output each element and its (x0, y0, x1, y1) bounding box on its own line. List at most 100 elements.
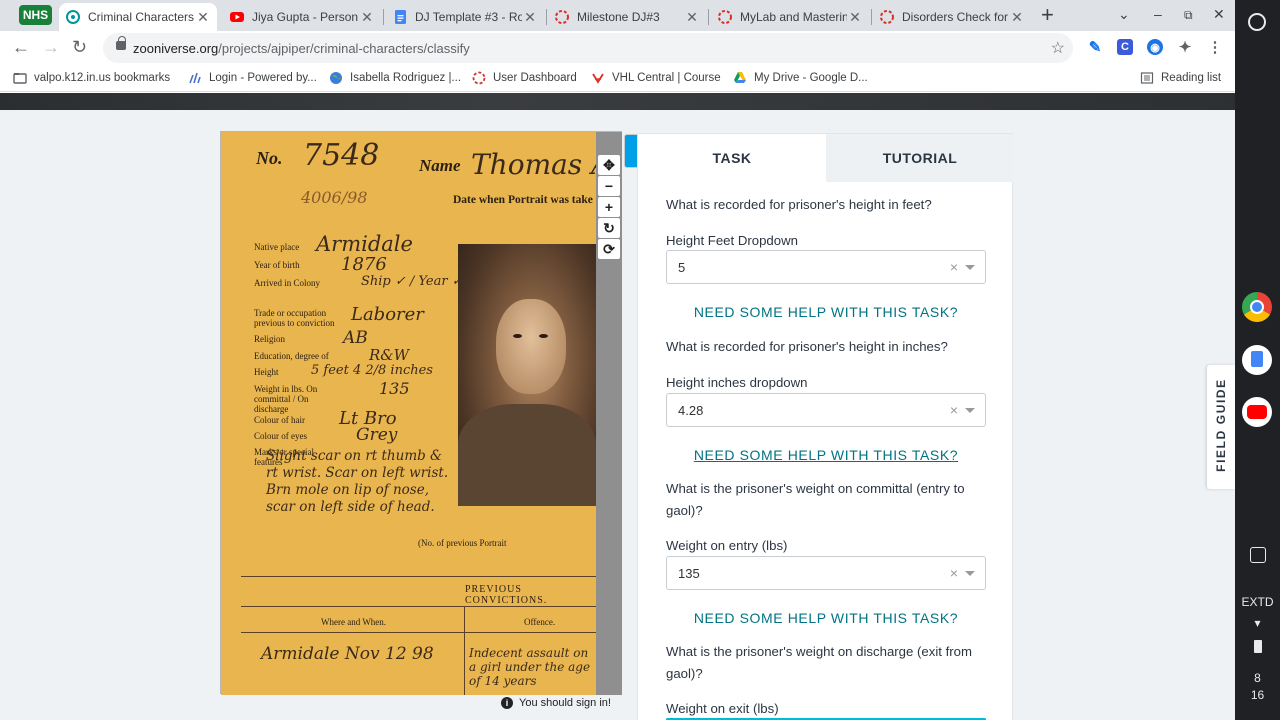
globe-icon (329, 71, 343, 85)
field-guide-tab[interactable]: FIELD GUIDE (1207, 365, 1235, 489)
reset-icon[interactable]: ⟳ (598, 239, 620, 259)
screen-capture-icon[interactable] (1250, 547, 1266, 563)
tab-task[interactable]: TASK (638, 134, 826, 182)
record-side-number: 4006/98 (301, 188, 368, 207)
hero-banner (0, 93, 1235, 110)
loading-icon (554, 9, 570, 25)
wifi-icon[interactable]: ▾ (1235, 616, 1280, 630)
clear-icon[interactable]: × (950, 259, 958, 275)
bookmark-star-icon[interactable]: ☆ (1051, 38, 1065, 58)
selected-value: 4.28 (678, 403, 704, 418)
help-link[interactable]: NEED SOME HELP WITH THIS TASK? (638, 610, 1014, 626)
height-feet-dropdown[interactable]: 5 × (666, 250, 986, 284)
rotate-icon[interactable]: ↻ (598, 218, 620, 238)
bookmark-user-dashboard[interactable]: User Dashboard (472, 71, 577, 85)
col-where-when: Where and When. (321, 617, 387, 627)
extension-pen-icon[interactable]: ✎ (1087, 39, 1103, 56)
task-tabs: TASK TUTORIAL (638, 134, 1014, 182)
help-link[interactable]: NEED SOME HELP WITH THIS TASK? (638, 447, 1014, 463)
field-arrived-label: Arrived in Colony (254, 278, 320, 288)
label-weight-entry: Weight on entry (lbs) (666, 538, 788, 553)
field-native-place-label: Native place (254, 242, 300, 252)
tab-label: Disorders Check for (902, 10, 1009, 24)
restore-icon[interactable]: ⧉ (1184, 8, 1193, 23)
field-arrived-value: Ship ✓ / Year ✓ (361, 274, 463, 289)
zoom-out-icon[interactable]: − (598, 176, 620, 196)
field-hair-label: Colour of hair (254, 415, 305, 425)
previous-convictions-heading: PREVIOUS CONVICTIONS. (465, 584, 548, 606)
tab-divider (383, 9, 384, 25)
extensions-puzzle-icon[interactable]: ✦ (1177, 39, 1193, 56)
portrait-face (496, 299, 566, 394)
field-eyes-label: Colour of eyes (254, 431, 307, 441)
bookmark-vhl[interactable]: VHL Central | Course (591, 71, 721, 85)
height-inches-dropdown[interactable]: 4.28 × (666, 393, 986, 427)
reload-icon[interactable]: ↻ (72, 37, 87, 58)
tab-dj-template[interactable]: DJ Template #3 - Ro ✕ (386, 3, 544, 31)
reading-list[interactable]: Reading list (1140, 71, 1221, 85)
tab-label: DJ Template #3 - Ro (415, 10, 522, 24)
close-icon[interactable]: ✕ (522, 9, 538, 26)
display-label[interactable]: EXTD (1235, 595, 1280, 609)
youtube-icon[interactable] (1242, 397, 1272, 427)
close-icon[interactable]: ✕ (684, 9, 700, 26)
forward-icon[interactable]: → (42, 37, 60, 58)
selected-value: 135 (678, 566, 700, 581)
pan-icon[interactable]: ✥ (598, 155, 620, 175)
field-marks-value: Slight scar on rt thumb & rt wrist. Scar… (266, 448, 449, 515)
field-trade-value: Laborer (351, 304, 424, 325)
youtube-icon (229, 9, 245, 25)
weight-entry-dropdown[interactable]: 135 × (666, 556, 986, 590)
extension-c-icon[interactable]: C (1117, 39, 1133, 55)
google-docs-icon[interactable] (1242, 345, 1272, 375)
chrome-icon[interactable] (1242, 292, 1272, 322)
clock-hour[interactable]: 8 (1235, 671, 1280, 685)
address-bar[interactable]: zooniverse.org/projects/ajpiper/criminal… (103, 33, 1073, 63)
tab-search-icon[interactable]: ⌄ (1118, 6, 1130, 23)
tab-disorders[interactable]: Disorders Check for ✕ (873, 3, 1031, 31)
bookmark-google-drive[interactable]: My Drive - Google D... (733, 71, 868, 85)
new-tab-button[interactable]: + (1041, 4, 1054, 26)
zooniverse-icon (65, 9, 81, 25)
close-icon[interactable]: ✕ (1009, 9, 1025, 26)
menu-kebab-icon[interactable]: ⋮ (1207, 39, 1223, 56)
clear-icon[interactable]: × (950, 402, 958, 418)
question-height-feet: What is recorded for prisoner's height i… (666, 197, 932, 212)
portrait-body (458, 404, 596, 506)
close-icon[interactable]: ✕ (847, 9, 863, 26)
field-weight-label: Weight in lbs. On committal / On dischar… (254, 384, 318, 414)
tab-mylab[interactable]: MyLab and Masterin ✕ (711, 3, 869, 31)
field-height-value: 5 feet 4 2/8 inches (311, 363, 433, 378)
close-icon[interactable]: ✕ (195, 9, 211, 26)
folder-icon (13, 71, 27, 85)
tab-nhs[interactable]: NHS (19, 5, 52, 25)
tab-criminal-characters[interactable]: Criminal Characters ✕ (59, 3, 217, 31)
card-rule (464, 606, 465, 695)
subject-viewer[interactable]: No. 7548 Name Thomas A 4006/98 Date when… (220, 131, 944, 695)
dropdown-arrow-icon[interactable] (965, 265, 975, 270)
page-content: No. 7548 Name Thomas A 4006/98 Date when… (0, 93, 1235, 720)
tab-jiya-gupta[interactable]: Jiya Gupta - Person ✕ (223, 3, 381, 31)
extension-shield-icon[interactable]: ◉ (1147, 39, 1163, 55)
minimize-icon[interactable]: – (1154, 6, 1162, 22)
tab-milestone[interactable]: Milestone DJ#3 ✕ (548, 3, 706, 31)
selected-value: 5 (678, 260, 686, 275)
launcher-icon[interactable] (1248, 13, 1266, 31)
tab-tutorial[interactable]: TUTORIAL (826, 134, 1014, 182)
help-link[interactable]: NEED SOME HELP WITH THIS TASK? (638, 304, 1014, 320)
back-icon[interactable]: ← (12, 37, 30, 58)
battery-icon[interactable] (1254, 640, 1262, 653)
record-card-image[interactable]: No. 7548 Name Thomas A 4006/98 Date when… (221, 132, 596, 695)
clear-icon[interactable]: × (950, 565, 958, 581)
bookmark-valpo[interactable]: valpo.k12.in.us bookmarks (13, 71, 170, 85)
dropdown-arrow-icon[interactable] (965, 571, 975, 576)
close-icon[interactable]: ✕ (359, 9, 375, 26)
bookmark-isabella[interactable]: Isabella Rodriguez |... (329, 71, 461, 85)
close-window-icon[interactable]: ✕ (1213, 6, 1225, 23)
clock-minute[interactable]: 16 (1235, 688, 1280, 702)
dropdown-arrow-icon[interactable] (965, 408, 975, 413)
bookmark-login[interactable]: Login - Powered by... (188, 71, 317, 85)
signin-notice[interactable]: i You should sign in! (501, 697, 611, 709)
zoom-in-icon[interactable]: + (598, 197, 620, 217)
lock-icon (116, 36, 126, 50)
